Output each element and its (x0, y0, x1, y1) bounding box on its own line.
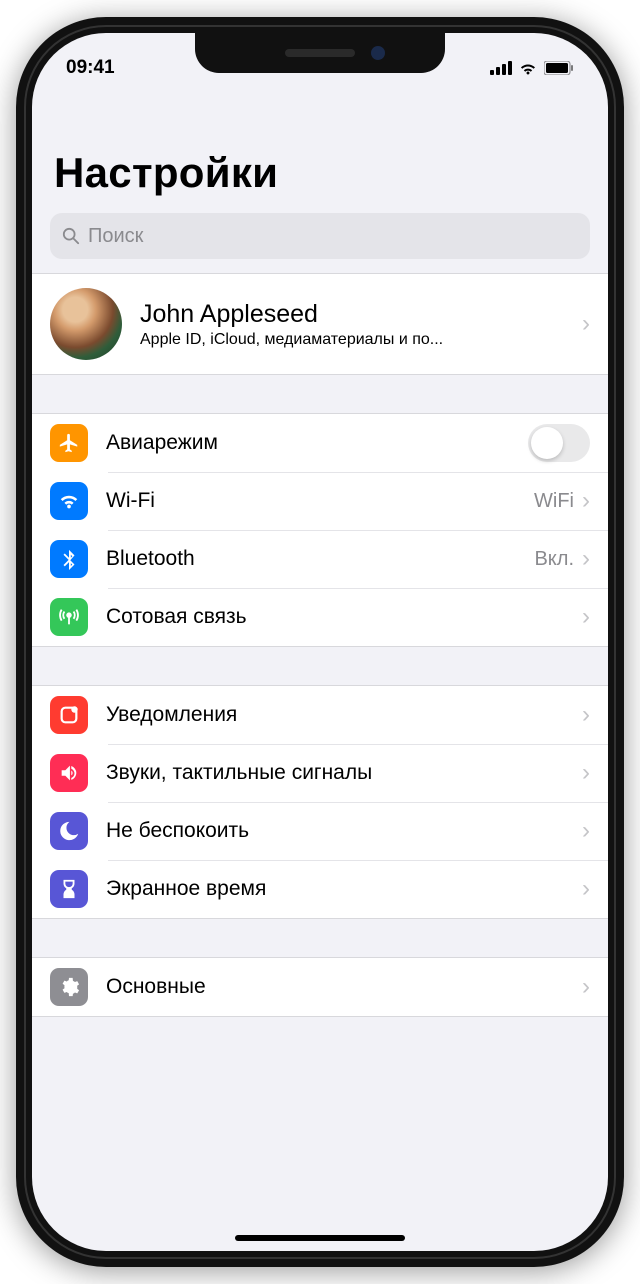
row-label: Не беспокоить (106, 819, 582, 843)
chevron-right-icon: › (582, 875, 590, 903)
cellular-row[interactable]: Сотовая связь › (32, 588, 608, 646)
row-label: Уведомления (106, 703, 582, 727)
dnd-row[interactable]: Не беспокоить › (32, 802, 608, 860)
screentime-row[interactable]: Экранное время › (32, 860, 608, 918)
row-label: Bluetooth (106, 547, 534, 571)
profile-name: John Appleseed (140, 300, 582, 329)
sounds-row[interactable]: Звуки, тактильные сигналы › (32, 744, 608, 802)
screen: 09:41 Настройки Поиск John Appleseed (32, 33, 608, 1251)
battery-icon (544, 61, 574, 75)
row-value: WiFi (534, 490, 574, 513)
profile-sub: Apple ID, iCloud, медиаматериалы и по... (140, 331, 582, 349)
settings-group-general: Основные › (32, 957, 608, 1017)
profile-row[interactable]: John Appleseed Apple ID, iCloud, медиама… (32, 274, 608, 374)
group-gap (32, 375, 608, 413)
home-indicator[interactable] (235, 1235, 405, 1241)
dnd-icon (50, 812, 88, 850)
chevron-right-icon: › (582, 701, 590, 729)
row-label: Экранное время (106, 877, 582, 901)
airplane-row[interactable]: Авиарежим (32, 414, 608, 472)
notifications-row[interactable]: Уведомления › (32, 686, 608, 744)
settings-group-alerts: Уведомления › Звуки, тактильные сигналы … (32, 685, 608, 919)
search-icon (62, 227, 80, 245)
profile-group: John Appleseed Apple ID, iCloud, медиама… (32, 273, 608, 375)
chevron-right-icon: › (582, 487, 590, 515)
chevron-right-icon: › (582, 310, 590, 338)
row-label: Звуки, тактильные сигналы (106, 761, 582, 785)
front-camera (371, 46, 385, 60)
chevron-right-icon: › (582, 603, 590, 631)
general-row[interactable]: Основные › (32, 958, 608, 1016)
search-input[interactable]: Поиск (50, 213, 590, 259)
row-label: Wi-Fi (106, 489, 534, 513)
row-label: Основные (106, 975, 582, 999)
settings-group-connectivity: Авиарежим Wi-Fi WiFi › Bluetooth (32, 413, 608, 647)
chevron-right-icon: › (582, 545, 590, 573)
airplane-toggle[interactable] (528, 424, 590, 462)
group-gap (32, 919, 608, 957)
content[interactable]: Настройки Поиск John Appleseed Apple ID,… (32, 89, 608, 1251)
profile-text: John Appleseed Apple ID, iCloud, медиама… (140, 300, 582, 349)
cellular-signal-icon (490, 61, 512, 75)
notifications-icon (50, 696, 88, 734)
sounds-icon (50, 754, 88, 792)
speaker (285, 49, 355, 57)
row-label: Авиарежим (106, 431, 528, 455)
status-time: 09:41 (66, 57, 115, 79)
status-icons (490, 61, 574, 75)
search-placeholder: Поиск (88, 225, 143, 248)
chevron-right-icon: › (582, 817, 590, 845)
header: Настройки (32, 89, 608, 205)
chevron-right-icon: › (582, 973, 590, 1001)
page-title: Настройки (54, 149, 586, 197)
bluetooth-row[interactable]: Bluetooth Вкл. › (32, 530, 608, 588)
row-label: Сотовая связь (106, 605, 582, 629)
wifi-icon (50, 482, 88, 520)
notch (195, 33, 445, 73)
chevron-right-icon: › (582, 759, 590, 787)
avatar (50, 288, 122, 360)
screentime-icon (50, 870, 88, 908)
wifi-row[interactable]: Wi-Fi WiFi › (32, 472, 608, 530)
row-value: Вкл. (534, 548, 574, 571)
cellular-icon (50, 598, 88, 636)
bluetooth-icon (50, 540, 88, 578)
general-icon (50, 968, 88, 1006)
wifi-status-icon (518, 61, 538, 75)
group-gap (32, 647, 608, 685)
airplane-icon (50, 424, 88, 462)
phone-frame: 09:41 Настройки Поиск John Appleseed (16, 17, 624, 1267)
